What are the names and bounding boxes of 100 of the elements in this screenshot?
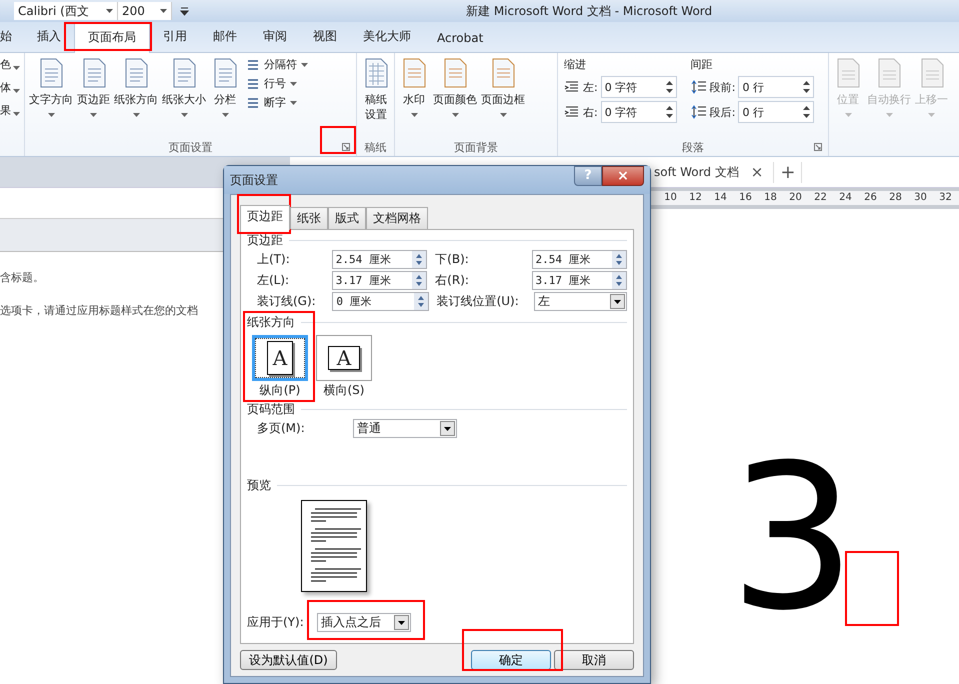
dropdown-arrow-icon (928, 113, 935, 117)
ribbon-button[interactable]: 页边距 (75, 57, 112, 138)
ribbon-button[interactable]: 页面边框 (479, 57, 527, 138)
ruler-number: 10 (663, 191, 678, 205)
dialog-button[interactable]: 取消 (554, 650, 634, 670)
font-name-field[interactable]: Calibri (西文 (14, 2, 118, 20)
ribbon-button[interactable]: 纸张大小 (160, 57, 208, 138)
spin-field[interactable]: 0 字符 (600, 101, 677, 123)
dropdown-arrow-icon (106, 9, 113, 13)
dropdown-arrow-icon (132, 113, 140, 117)
ribbon-tab[interactable]: 美化大师 (350, 22, 424, 52)
dialog-tab[interactable]: 版式 (328, 207, 366, 229)
close-button[interactable]: × (602, 166, 644, 186)
dropdown-arrow-icon (13, 112, 20, 116)
line-spacing-icon (690, 105, 707, 119)
dropdown-field[interactable]: 普通 (353, 419, 457, 438)
lines-icon (246, 76, 260, 90)
option-label: 纵向(P) (260, 382, 300, 399)
group-label: 稿纸 (364, 140, 386, 154)
ruler-number: 16 (738, 191, 753, 205)
dropdown-arrow-icon (301, 62, 308, 66)
ribbon-button[interactable]: 断字 (246, 95, 308, 110)
spin-field[interactable]: 3.17 厘米 (332, 271, 428, 290)
indent-icon (564, 106, 580, 118)
ribbon-button[interactable]: 稿纸设置 (359, 57, 393, 138)
ribbon-tab[interactable]: 引用 (150, 22, 200, 52)
theme-menu-button[interactable]: 果 (0, 103, 24, 118)
new-tab-button[interactable]: + (773, 162, 802, 182)
lines-icon (246, 58, 260, 72)
ribbon-tab[interactable]: 邮件 (200, 22, 250, 52)
spin-arrows-icon[interactable] (612, 272, 626, 289)
spin-field[interactable]: 2.54 厘米 (332, 250, 428, 269)
theme-menu-button[interactable]: 色 (0, 57, 24, 72)
spin-field[interactable]: 2.54 厘米 (532, 250, 627, 269)
spin-arrows-icon[interactable] (666, 105, 673, 119)
dialog-launcher-icon[interactable] (814, 143, 822, 151)
dropdown-arrow-icon (500, 113, 506, 117)
ruler-number: 14 (713, 191, 728, 205)
dropdown-field[interactable]: 左 (534, 292, 627, 311)
dropdown-arrow-icon (410, 113, 418, 117)
ribbon-button[interactable]: 文字方向 (27, 57, 75, 138)
spin-arrows-icon[interactable] (803, 80, 810, 94)
spin-field[interactable]: 0 行 (738, 76, 814, 98)
field-label: 段前: (710, 80, 736, 94)
field-label: 装订线(G): (256, 293, 317, 310)
ribbon-button[interactable]: 分隔符 (246, 57, 308, 72)
field-label: 左: (583, 80, 598, 94)
field-label: 左(L): (256, 272, 290, 289)
spin-arrows-icon[interactable] (414, 293, 428, 310)
dropdown-field[interactable]: 插入点之后 (317, 613, 411, 632)
ribbon-tab[interactable]: 审阅 (250, 22, 300, 52)
navigation-hint-text: 含标题。 (0, 270, 44, 285)
dropdown-arrow-icon (452, 113, 458, 117)
dialog-launcher-icon[interactable] (342, 143, 350, 151)
ribbon-tab[interactable]: Acrobat (424, 25, 496, 52)
font-size-field[interactable]: 200 (118, 2, 172, 20)
orientation-option[interactable]: A (252, 335, 308, 381)
dropdown-arrow-icon (844, 113, 852, 117)
ruler-number: 12 (688, 191, 703, 205)
ribbon-button[interactable]: 水印 (397, 57, 431, 138)
indent-icon (564, 81, 580, 93)
ribbon-button[interactable]: 行号 (246, 76, 308, 91)
section-heading: 纸张方向 (247, 314, 295, 331)
dialog-button[interactable]: 确定 (471, 650, 551, 670)
ruler-number: 20 (788, 191, 803, 205)
ribbon-button[interactable]: 纸张方向 (112, 57, 160, 138)
ribbon-tab[interactable]: 视图 (300, 22, 350, 52)
spin-arrows-icon[interactable] (666, 80, 673, 94)
theme-menu-button[interactable]: 体 (0, 80, 24, 95)
spin-arrows-icon[interactable] (612, 251, 626, 268)
dropdown-arrow-icon (886, 113, 892, 117)
document-tab[interactable]: soft Word 文档 (654, 164, 739, 180)
annotation-frame (237, 194, 291, 234)
spin-arrows-icon[interactable] (803, 105, 810, 119)
ribbon-tab[interactable]: 插入 (24, 22, 74, 52)
close-tab-button[interactable]: × (746, 163, 768, 181)
section-heading: 页边距 (247, 232, 283, 249)
spin-field[interactable]: 0 行 (738, 101, 814, 123)
field-label: 下(B): (434, 251, 470, 268)
dropdown-arrow-icon (13, 66, 20, 70)
annotation-frame (320, 126, 356, 154)
dropdown-arrow-icon (13, 88, 20, 92)
spin-arrows-icon[interactable] (412, 251, 426, 268)
dialog-tab[interactable]: 纸张 (290, 207, 328, 229)
spin-field[interactable]: 0 字符 (600, 76, 677, 98)
customize-toolbar-icon[interactable] (180, 6, 189, 16)
dialog-tab[interactable]: 文档网格 (366, 207, 428, 229)
dialog-button[interactable]: 设为默认值(D) (240, 650, 337, 670)
group-label: 段落 (682, 140, 704, 154)
dialog-tab[interactable]: 页边距 (240, 205, 290, 230)
orientation-option[interactable]: A (316, 335, 372, 381)
ribbon-tab[interactable]: 始 (0, 22, 14, 52)
group-heading: 缩进 (564, 57, 587, 73)
spin-field[interactable]: 0 厘米 (332, 292, 429, 311)
ribbon-button[interactable]: 分栏 (208, 57, 242, 138)
spin-field[interactable]: 3.17 厘米 (532, 271, 627, 290)
ribbon-button[interactable]: 页面颜色 (431, 57, 479, 138)
window-title: 新建 Microsoft Word 文档 - Microsoft Word (466, 3, 712, 20)
spin-arrows-icon[interactable] (412, 272, 426, 289)
ruler-number: 18 (763, 191, 778, 205)
